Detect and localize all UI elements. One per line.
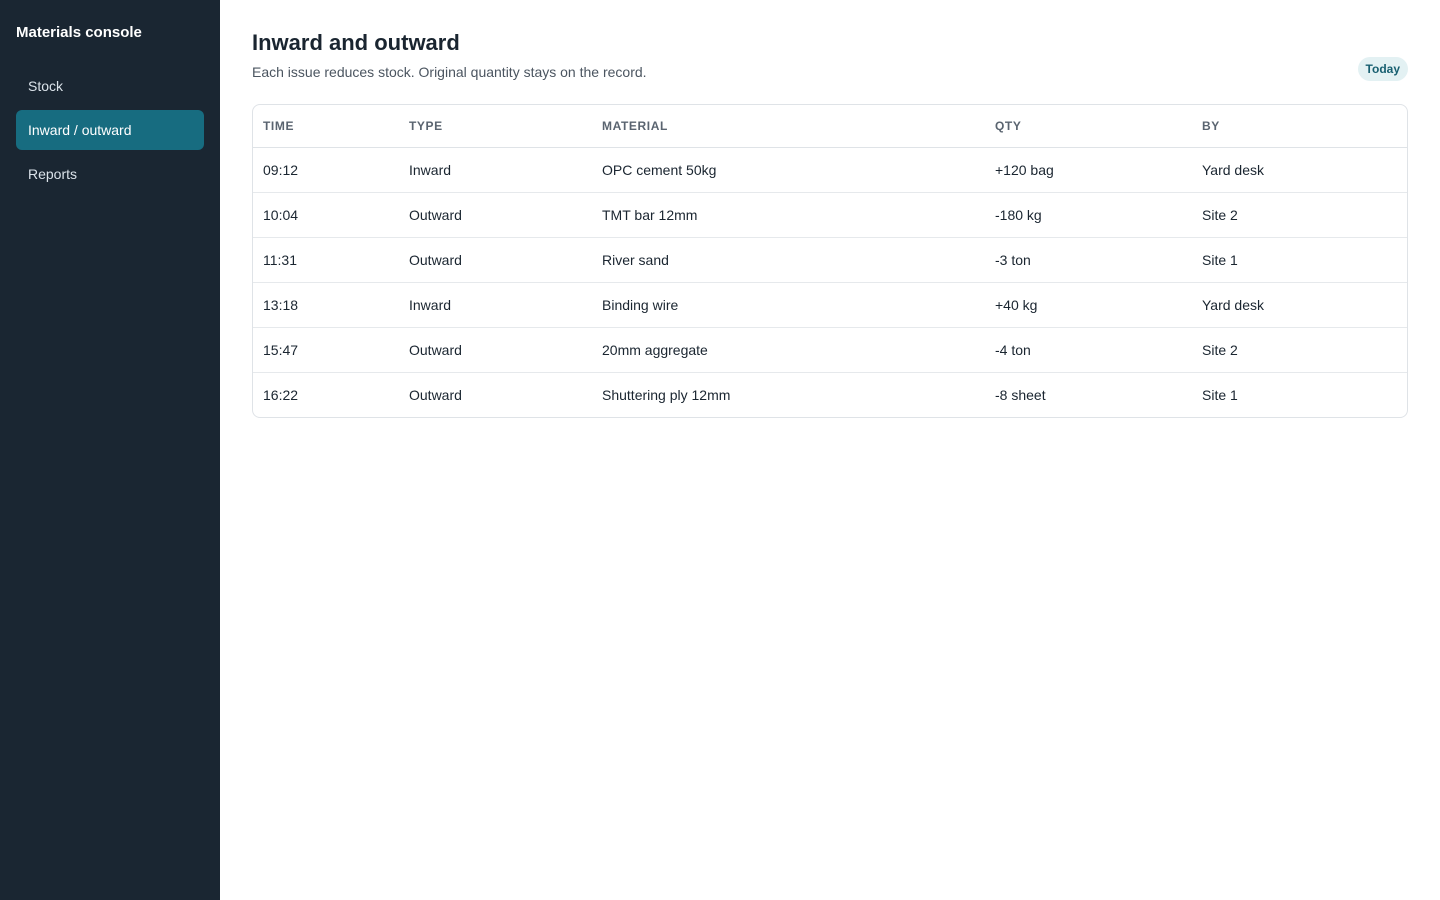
- sidebar-nav: Stock Inward / outward Reports: [16, 66, 204, 194]
- cell-qty: +120 bag: [985, 147, 1192, 193]
- cell-type: Inward: [399, 147, 592, 193]
- cell-time: 15:47: [253, 327, 399, 373]
- transactions-table-container: TIME TYPE MATERIAL QTY BY 09:12 Inward O…: [252, 104, 1408, 418]
- cell-material: Binding wire: [592, 282, 985, 328]
- cell-material: 20mm aggregate: [592, 327, 985, 373]
- cell-by: Site 1: [1192, 237, 1407, 283]
- main-content: Inward and outward Each issue reduces st…: [220, 0, 1440, 900]
- transactions-table: TIME TYPE MATERIAL QTY BY 09:12 Inward O…: [253, 105, 1407, 417]
- table-row[interactable]: 11:31 Outward River sand -3 ton Site 1: [253, 237, 1407, 283]
- cell-by: Site 2: [1192, 327, 1407, 373]
- cell-qty: -3 ton: [985, 237, 1192, 283]
- cell-qty: -8 sheet: [995, 386, 1046, 403]
- cell-material: OPC cement 50kg: [592, 147, 985, 193]
- app-brand: Materials console: [16, 24, 142, 41]
- cell-type: Outward: [399, 237, 592, 283]
- date-filter-badge[interactable]: Today: [1357, 57, 1408, 81]
- table-row[interactable]: 15:47 Outward 20mm aggregate -4 ton Site…: [253, 327, 1407, 373]
- column-header-time[interactable]: TIME: [253, 105, 399, 148]
- cell-qty: +40 kg: [985, 282, 1192, 328]
- cell-time: 16:22: [263, 386, 299, 403]
- cell-by: Site 2: [1192, 192, 1407, 238]
- cell-material: River sand: [592, 237, 985, 283]
- table-row[interactable]: 13:18 Inward Binding wire +40 kg Yard de…: [253, 282, 1407, 328]
- column-header-by[interactable]: BY: [1192, 105, 1407, 148]
- page-subtitle: Each issue reduces stock. Original quant…: [252, 64, 647, 80]
- cell-material: Shuttering ply 12mm: [602, 386, 731, 403]
- page-title: Inward and outward: [252, 30, 460, 55]
- cell-qty: -180 kg: [985, 192, 1192, 238]
- cell-qty: -4 ton: [985, 327, 1192, 373]
- sidebar-item-inward-outward[interactable]: Inward / outward: [16, 110, 204, 150]
- subtitle-row: Each issue reduces stock. Original quant…: [252, 57, 1408, 84]
- cell-by: Yard desk: [1192, 282, 1407, 328]
- column-header-material[interactable]: MATERIAL: [592, 105, 985, 148]
- cell-time: 11:31: [253, 237, 399, 283]
- cell-time: 13:18: [253, 282, 399, 328]
- cell-by: Yard desk: [1192, 147, 1407, 193]
- cell-material: TMT bar 12mm: [592, 192, 985, 238]
- column-header-type[interactable]: TYPE: [399, 105, 592, 148]
- cell-time: 10:04: [253, 192, 399, 238]
- sidebar-item-reports[interactable]: Reports: [16, 154, 204, 194]
- sidebar-item-stock[interactable]: Stock: [16, 66, 204, 106]
- cell-time: 09:12: [253, 147, 399, 193]
- cell-type: Inward: [399, 282, 592, 328]
- sidebar: Materials console Stock Inward / outward…: [0, 0, 220, 900]
- cell-type: Outward: [399, 192, 592, 238]
- column-header-qty[interactable]: QTY: [985, 105, 1192, 148]
- table-row[interactable]: 16:22 Outward Shuttering ply 12mm -8 she…: [253, 372, 1407, 417]
- cell-type: Outward: [409, 386, 462, 403]
- table-header-row: TIME TYPE MATERIAL QTY BY: [253, 105, 1407, 148]
- table-row[interactable]: 09:12 Inward OPC cement 50kg +120 bag Ya…: [253, 147, 1407, 193]
- cell-type: Outward: [399, 327, 592, 373]
- table-row[interactable]: 10:04 Outward TMT bar 12mm -180 kg Site …: [253, 192, 1407, 238]
- app-root: Materials console Stock Inward / outward…: [0, 0, 1440, 900]
- cell-by: Site 1: [1202, 386, 1238, 403]
